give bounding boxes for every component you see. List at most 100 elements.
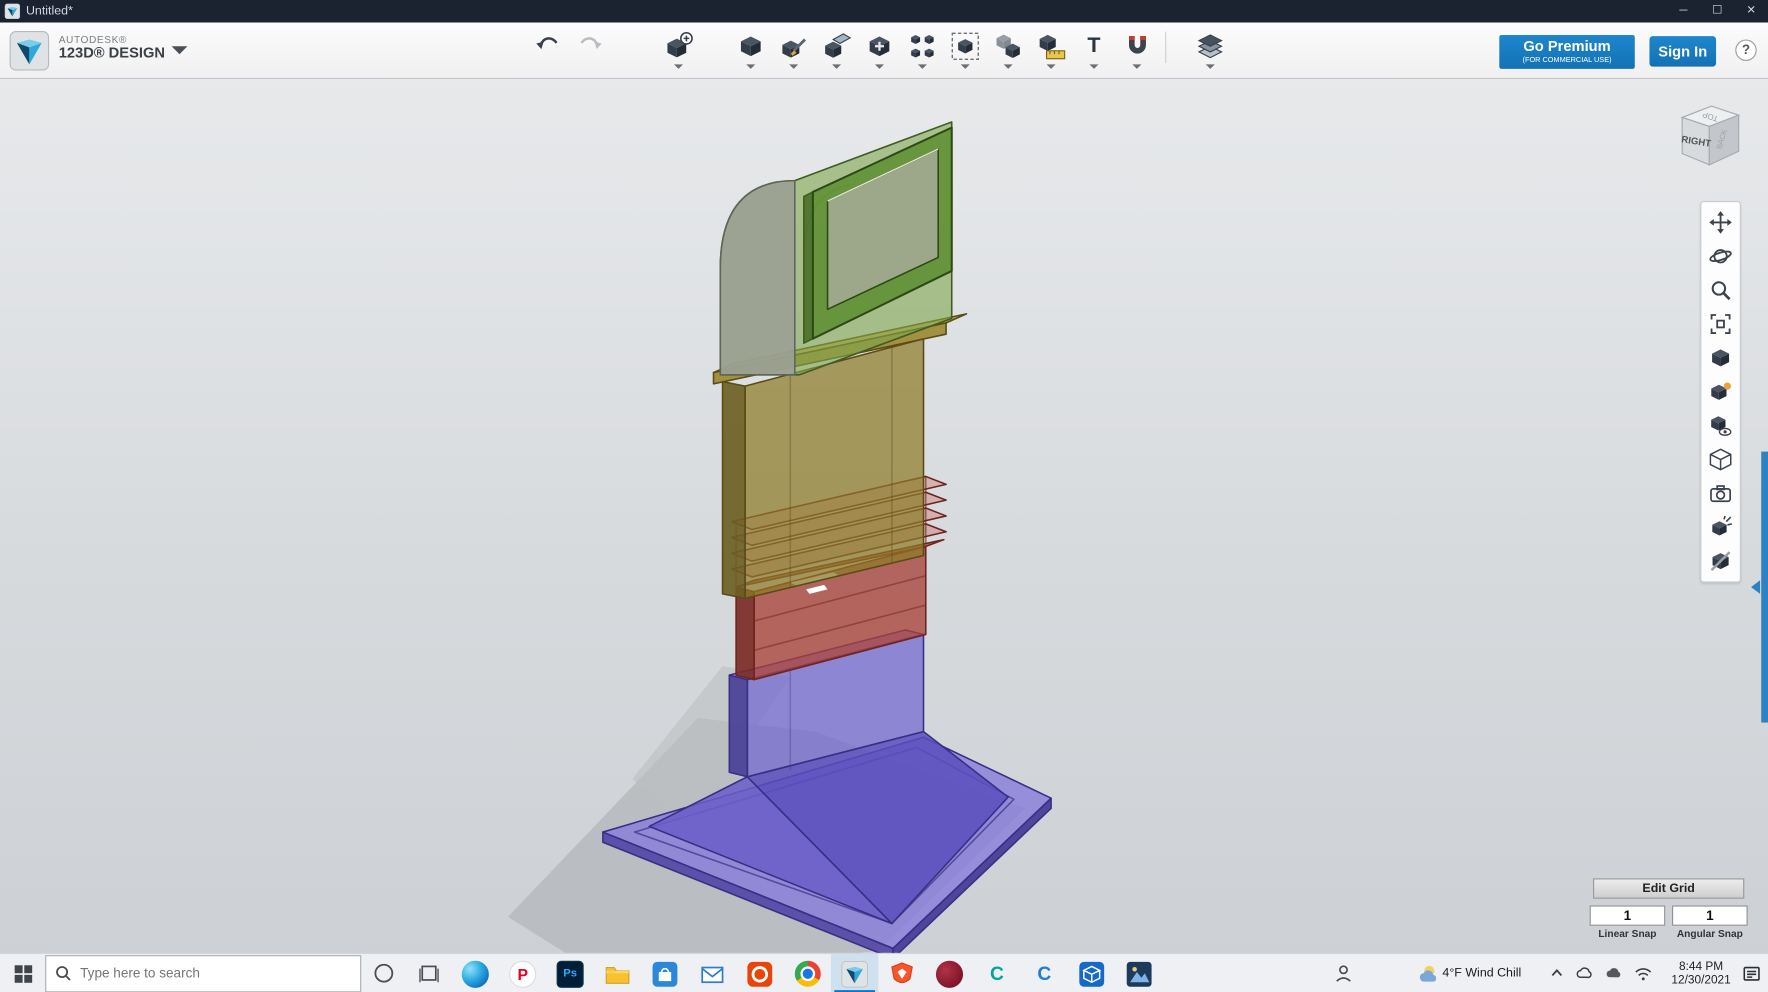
windows-logo-icon — [14, 964, 32, 983]
clock[interactable]: 8:44 PM 12/30/2021 — [1671, 960, 1730, 987]
toolbar-separator — [1165, 31, 1167, 64]
primitives-tool[interactable] — [736, 32, 765, 69]
go-premium-button[interactable]: Go Premium (FOR COMMERCIAL USE) — [1499, 34, 1635, 69]
angular-snap-input[interactable]: 1 — [1672, 905, 1748, 926]
material-tool[interactable] — [1196, 32, 1225, 69]
transform-tool[interactable] — [664, 31, 693, 69]
redo-button[interactable] — [576, 32, 605, 61]
combine-icon — [996, 34, 1020, 58]
orbit-tool[interactable] — [1701, 239, 1739, 273]
windows-taskbar: P Ps — [0, 952, 1768, 992]
task-view-button[interactable] — [406, 953, 451, 992]
transform-dropdown-chevron-icon[interactable] — [674, 64, 684, 69]
measure-dropdown-chevron-icon[interactable] — [1046, 64, 1056, 69]
weather-widget[interactable]: 4°F Wind Chill — [1416, 964, 1521, 983]
taskbar-app-edge[interactable] — [452, 954, 499, 992]
wifi-icon — [1635, 967, 1652, 980]
taskbar-app-blue[interactable]: C — [1021, 954, 1068, 992]
text-dropdown-chevron-icon[interactable] — [1089, 64, 1099, 69]
grouping-dropdown-chevron-icon[interactable] — [960, 64, 970, 69]
sign-in-button[interactable]: Sign In — [1649, 36, 1717, 67]
text-tool-icon: T — [1087, 33, 1101, 58]
zoom-extents-tool[interactable] — [1701, 307, 1739, 341]
system-tray: 4°F Wind Chill 8:44 PM 12/30/2021 — [1333, 954, 1768, 992]
people-button[interactable] — [1333, 963, 1353, 983]
taskbar-app-maroon[interactable] — [926, 954, 973, 992]
redo-icon — [580, 37, 602, 50]
move-view-tool[interactable] — [1701, 205, 1739, 239]
pattern-dropdown-chevron-icon[interactable] — [917, 64, 927, 69]
undo-icon — [536, 37, 558, 50]
taskbar-app-pinterest[interactable]: P — [499, 954, 546, 992]
taskbar-app-cube[interactable] — [1068, 954, 1115, 992]
taskbar-app-mail[interactable] — [689, 954, 736, 992]
start-button[interactable] — [0, 953, 45, 992]
taskbar-app-orange[interactable] — [736, 954, 783, 992]
isolate-tool[interactable] — [1701, 510, 1739, 544]
view-mode-tool[interactable] — [1701, 341, 1739, 375]
taskbar-app-photos[interactable] — [1115, 954, 1162, 992]
material-view-tool[interactable] — [1701, 375, 1739, 409]
zoom-tool[interactable] — [1701, 273, 1739, 307]
cortana-icon — [374, 963, 394, 983]
edit-grid-button[interactable]: Edit Grid — [1593, 878, 1745, 899]
minimize-button[interactable]: ─ — [1666, 0, 1700, 23]
primitives-dropdown-chevron-icon[interactable] — [746, 64, 756, 69]
material-dropdown-chevron-icon[interactable] — [1205, 64, 1215, 69]
snap-tool[interactable] — [1122, 32, 1151, 69]
viewport[interactable]: RIGHT TOP BACK Edit Grid 1 1 Linear Snap… — [0, 79, 1768, 953]
taskbar-app-red-shield[interactable] — [878, 954, 925, 992]
taskbar-app-123d-design[interactable] — [830, 953, 879, 992]
taskbar-app-photoshop[interactable]: Ps — [546, 954, 593, 992]
help-button[interactable]: ? — [1735, 39, 1757, 61]
snap-icon — [1128, 36, 1146, 54]
combine-dropdown-chevron-icon[interactable] — [1003, 64, 1013, 69]
taskbar-app-teal[interactable]: C — [973, 954, 1020, 992]
side-panel-expand-arrow-icon[interactable] — [1751, 580, 1761, 594]
snap-dropdown-chevron-icon[interactable] — [1132, 64, 1142, 69]
close-button[interactable]: ✕ — [1734, 0, 1768, 23]
linear-snap-input[interactable]: 1 — [1589, 905, 1666, 926]
construct-dropdown-chevron-icon[interactable] — [832, 64, 842, 69]
grouping-icon — [951, 32, 979, 60]
cortana-button[interactable] — [361, 953, 406, 992]
modify-icon — [869, 36, 890, 57]
pattern-tool[interactable] — [908, 32, 937, 69]
action-center-button[interactable] — [1742, 964, 1761, 983]
hidden-icons-button[interactable] — [1551, 966, 1565, 980]
modify-dropdown-chevron-icon[interactable] — [874, 64, 884, 69]
visibility-tool[interactable] — [1701, 409, 1739, 443]
text-tool[interactable]: T — [1079, 32, 1108, 69]
app-menu-chevron-icon[interactable] — [171, 46, 188, 55]
side-panel-scrollbar[interactable] — [1761, 451, 1768, 723]
viewport-canvas[interactable] — [0, 79, 1768, 953]
sketch-dropdown-chevron-icon[interactable] — [789, 64, 799, 69]
construct-tool[interactable] — [822, 32, 852, 69]
weather-tray-button[interactable] — [1575, 964, 1593, 982]
camera-icon — [1710, 485, 1732, 503]
shaded-cube-icon — [1712, 349, 1730, 367]
taskbar-app-store[interactable] — [641, 954, 688, 992]
wireframe-tool[interactable] — [1701, 443, 1739, 477]
app-window: Untitled* ─ ☐ ✕ AUTODESK® 123D® DESIGN T… — [0, 0, 1768, 992]
search-input[interactable] — [80, 965, 329, 982]
screenshot-tool[interactable] — [1701, 476, 1739, 510]
taskbar-app-file-explorer[interactable] — [594, 954, 641, 992]
network-button[interactable] — [1634, 965, 1653, 982]
onedrive-button[interactable] — [1605, 964, 1623, 982]
taskbar-app-chrome[interactable] — [784, 954, 831, 992]
modify-tool[interactable] — [865, 32, 894, 69]
undo-button[interactable] — [533, 32, 562, 61]
123d-design-icon — [841, 960, 868, 987]
hide-show-tool[interactable] — [1701, 544, 1739, 578]
maximize-button[interactable]: ☐ — [1700, 0, 1734, 23]
sketch-tool[interactable] — [779, 32, 808, 69]
magnifier-icon — [1711, 281, 1731, 301]
measure-tool[interactable] — [1036, 32, 1066, 69]
combine-tool[interactable] — [994, 32, 1023, 69]
viewcube[interactable]: RIGHT TOP BACK — [1669, 97, 1750, 178]
taskbar-search[interactable] — [45, 954, 362, 992]
material-icon — [1197, 34, 1223, 59]
grouping-tool[interactable] — [951, 32, 980, 69]
people-icon — [1335, 965, 1351, 982]
